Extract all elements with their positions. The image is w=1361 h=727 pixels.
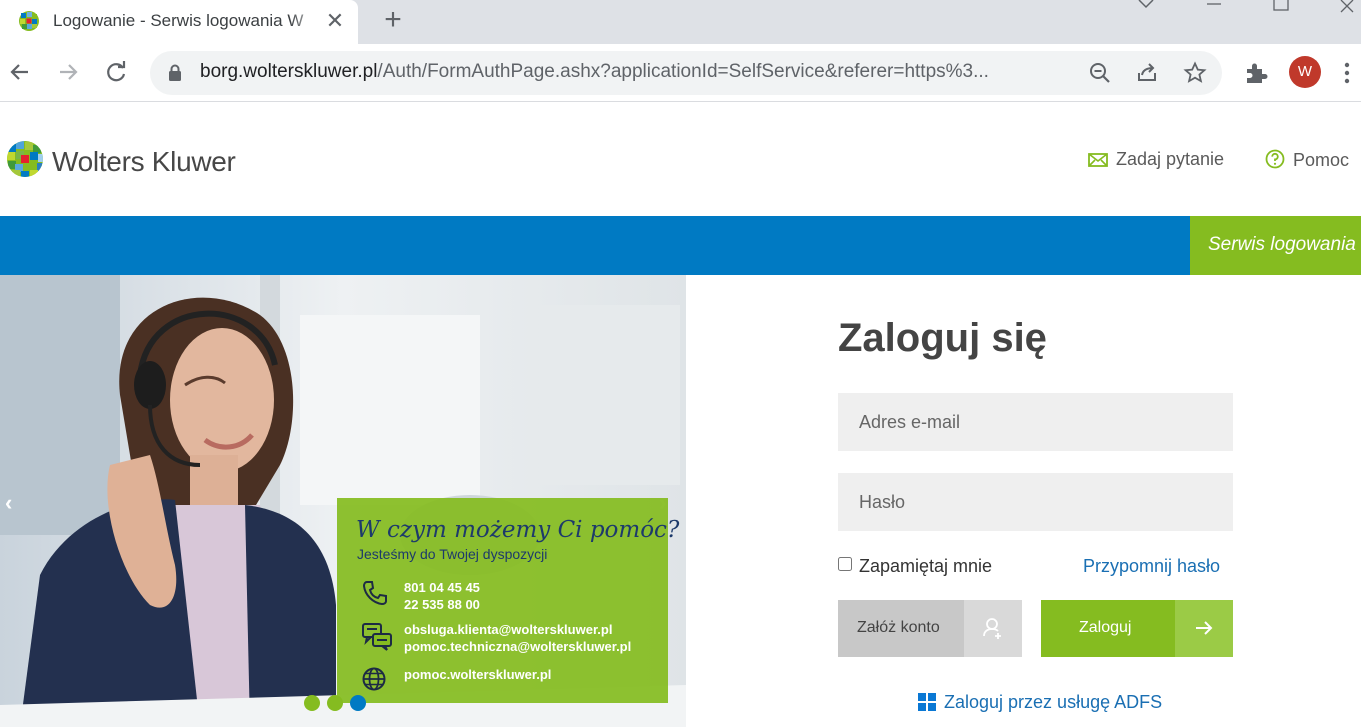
- envelope-icon: [1088, 153, 1108, 167]
- email-field[interactable]: [838, 393, 1233, 451]
- lock-icon[interactable]: [168, 64, 182, 82]
- reload-icon[interactable]: [102, 58, 130, 86]
- register-label: Załóż konto: [857, 619, 940, 636]
- extensions-puzzle-icon[interactable]: [1243, 60, 1269, 86]
- phone-number-1: 801 04 45 45: [404, 580, 480, 595]
- phone-number-2: 22 535 88 00: [404, 597, 480, 612]
- carousel-dot-1[interactable]: [304, 695, 320, 711]
- share-icon[interactable]: [1135, 61, 1159, 85]
- back-icon[interactable]: [6, 58, 34, 86]
- login-label: Zaloguj: [1079, 619, 1132, 636]
- help-link[interactable]: Pomoc: [1265, 149, 1349, 171]
- adfs-login-link[interactable]: Zaloguj przez usługę ADFS: [918, 692, 1162, 713]
- help-circle-icon: [1265, 149, 1285, 169]
- carousel-dot-2[interactable]: [327, 695, 343, 711]
- new-tab-button[interactable]: +: [378, 5, 408, 36]
- browser-menu-icon[interactable]: [1344, 62, 1350, 84]
- service-banner: Serwis logowania: [1190, 216, 1361, 275]
- register-button[interactable]: Załóż konto: [838, 600, 1022, 657]
- url-host: borg.wolterskluwer.pl: [200, 61, 378, 82]
- maximize-icon[interactable]: [1266, 0, 1296, 14]
- remind-password-link[interactable]: Przypomnij hasło: [1083, 556, 1220, 577]
- wolters-kluwer-logo-icon[interactable]: [6, 140, 46, 180]
- url-text[interactable]: borg.wolterskluwer.pl/Auth/FormAuthPage.…: [200, 61, 989, 83]
- carousel-prev-icon[interactable]: ‹: [5, 490, 12, 516]
- browser-tab[interactable]: Logowanie - Serwis logowania W ✕: [0, 0, 358, 44]
- help-label: Pomoc: [1293, 150, 1350, 170]
- email-customer-service: obsluga.klienta@wolterskluwer.pl: [404, 622, 613, 637]
- url-path: /Auth/FormAuthPage.ashx?applicationId=Se…: [377, 61, 989, 82]
- browser-toolbar: borg.wolterskluwer.pl/Auth/FormAuthPage.…: [0, 44, 1361, 102]
- password-field[interactable]: [838, 473, 1233, 531]
- chat-bubbles-icon: [362, 623, 392, 651]
- email-tech-support: pomoc.techniczna@wolterskluwer.pl: [404, 639, 632, 654]
- globe-icon: [362, 667, 386, 691]
- header-bar: [0, 216, 1361, 275]
- contact-promo-box: W czym możemy Ci pomóc? Jesteśmy do Twoj…: [337, 498, 679, 703]
- promo-carousel[interactable]: ‹ › W czym możemy Ci pomóc? Jesteśmy do …: [0, 275, 686, 727]
- tab-search-icon[interactable]: [1131, 0, 1161, 14]
- promo-title: W czym możemy Ci pomóc?: [356, 517, 680, 543]
- minimize-icon[interactable]: [1199, 0, 1229, 14]
- browser-tabstrip: Logowanie - Serwis logowania W ✕ +: [0, 0, 1361, 44]
- wolters-kluwer-favicon-icon: [19, 11, 39, 31]
- close-window-icon[interactable]: [1333, 0, 1361, 14]
- login-button[interactable]: Zaloguj: [1041, 600, 1233, 657]
- ask-question-label: Zadaj pytanie: [1116, 149, 1225, 169]
- address-bar[interactable]: borg.wolterskluwer.pl/Auth/FormAuthPage.…: [150, 51, 1222, 95]
- tab-title: Logowanie - Serwis logowania W: [53, 11, 304, 30]
- bookmark-star-icon[interactable]: [1183, 61, 1207, 85]
- close-tab-icon[interactable]: ✕: [324, 10, 346, 32]
- add-user-icon: [964, 600, 1022, 657]
- profile-avatar[interactable]: W: [1289, 56, 1321, 88]
- adfs-label: Zaloguj przez usługę ADFS: [944, 692, 1163, 712]
- login-title: Zaloguj się: [838, 316, 1047, 360]
- remember-me[interactable]: Zapamiętaj mnie: [838, 556, 992, 577]
- windows-logo-icon: [918, 693, 936, 711]
- service-label: Serwis logowania: [1208, 234, 1356, 255]
- ask-question-link[interactable]: Zadaj pytanie: [1088, 149, 1224, 170]
- zoom-icon[interactable]: [1088, 61, 1112, 85]
- phone-icon: [362, 581, 387, 606]
- remember-me-checkbox[interactable]: [838, 557, 852, 571]
- forward-icon[interactable]: [54, 58, 82, 86]
- promo-subtitle: Jesteśmy do Twojej dyspozycji: [357, 546, 548, 562]
- remember-me-label: Zapamiętaj mnie: [859, 556, 993, 576]
- carousel-dot-3-active[interactable]: [350, 695, 366, 711]
- brand-name[interactable]: Wolters Kluwer: [52, 146, 236, 178]
- arrow-right-icon: [1175, 600, 1233, 657]
- help-website: pomoc.wolterskluwer.pl: [404, 667, 552, 682]
- tab-title-fade: [290, 8, 322, 34]
